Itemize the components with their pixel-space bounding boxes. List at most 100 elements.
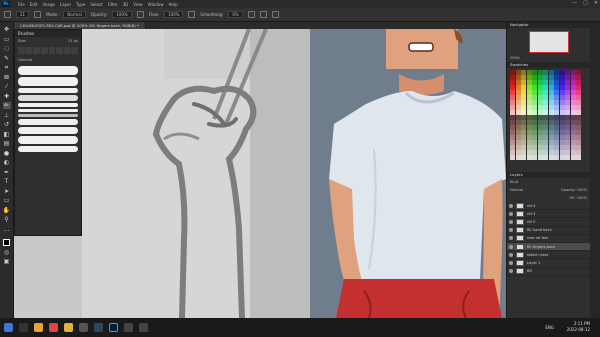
layer-blend-mode[interactable]: Normal	[510, 188, 523, 192]
frame-tool-icon[interactable]: ⊠	[3, 74, 11, 81]
app-icon[interactable]	[139, 323, 148, 332]
color-swatch[interactable]	[576, 90, 581, 95]
color-swatch[interactable]	[570, 130, 576, 135]
mode-select[interactable]: Normal	[63, 11, 86, 18]
color-swatch[interactable]	[526, 150, 532, 155]
color-swatch[interactable]	[570, 75, 576, 80]
color-swatch[interactable]	[532, 100, 537, 105]
color-swatch[interactable]	[515, 130, 521, 135]
color-swatch[interactable]	[554, 110, 559, 115]
eyedropper-tool-icon[interactable]: ⁄	[3, 83, 11, 90]
color-swatch[interactable]	[532, 120, 537, 125]
chrome-icon[interactable]	[34, 323, 43, 332]
color-swatch[interactable]	[526, 120, 532, 125]
app-icon[interactable]	[79, 323, 88, 332]
brush-group-row[interactable]: General	[15, 56, 81, 64]
screen-mode-icon[interactable]: ▣	[3, 258, 11, 265]
hand-tool-icon[interactable]: ✋	[3, 207, 11, 214]
color-swatch[interactable]	[543, 120, 548, 125]
color-swatch[interactable]	[548, 125, 554, 130]
app-icon[interactable]	[49, 323, 58, 332]
color-swatch[interactable]	[532, 70, 537, 75]
layer-kind-filter[interactable]: Kind	[510, 180, 518, 184]
color-swatch[interactable]	[565, 85, 570, 90]
color-swatch[interactable]	[521, 100, 526, 105]
color-swatch[interactable]	[521, 125, 526, 130]
blur-tool-icon[interactable]: ●	[3, 150, 11, 157]
color-swatch[interactable]	[559, 145, 565, 150]
color-swatch[interactable]	[570, 125, 576, 130]
color-swatch[interactable]	[510, 105, 515, 110]
color-swatch[interactable]	[570, 80, 576, 85]
color-swatch[interactable]	[521, 140, 526, 145]
color-swatch[interactable]	[510, 100, 515, 105]
menu-file[interactable]: File	[18, 2, 25, 7]
color-swatch[interactable]	[521, 110, 526, 115]
color-swatch[interactable]	[554, 105, 559, 110]
color-swatch[interactable]	[554, 90, 559, 95]
color-swatch[interactable]	[548, 100, 554, 105]
color-swatch[interactable]	[559, 100, 565, 105]
maximize-button[interactable]: ▢	[583, 0, 588, 6]
eraser-tool-icon[interactable]: ◧	[3, 131, 11, 138]
color-swatch[interactable]	[543, 145, 548, 150]
color-swatch[interactable]	[532, 110, 537, 115]
color-swatch[interactable]	[559, 140, 565, 145]
color-swatch[interactable]	[526, 75, 532, 80]
color-swatch[interactable]	[543, 100, 548, 105]
app-icon[interactable]	[124, 323, 133, 332]
color-swatch[interactable]	[526, 85, 532, 90]
smoothing-field[interactable]: 0%	[228, 11, 243, 18]
healing-tool-icon[interactable]: ✚	[3, 93, 11, 100]
color-swatch[interactable]	[548, 130, 554, 135]
color-swatch[interactable]	[565, 120, 570, 125]
color-swatch[interactable]	[521, 80, 526, 85]
color-swatch[interactable]	[576, 95, 581, 100]
color-swatch[interactable]	[548, 85, 554, 90]
color-swatch[interactable]	[548, 155, 554, 160]
color-swatch[interactable]	[543, 155, 548, 160]
brush-tip[interactable]	[48, 47, 56, 54]
color-swatch[interactable]	[537, 145, 543, 150]
color-swatch[interactable]	[543, 70, 548, 75]
brush-stroke-preview[interactable]	[18, 88, 78, 93]
color-swatch[interactable]	[548, 70, 554, 75]
color-swatch[interactable]	[570, 140, 576, 145]
color-swatch[interactable]	[554, 150, 559, 155]
color-swatch[interactable]	[570, 70, 576, 75]
color-swatch[interactable]	[521, 85, 526, 90]
color-swatch[interactable]	[576, 140, 581, 145]
color-swatch[interactable]	[532, 150, 537, 155]
color-swatch[interactable]	[532, 90, 537, 95]
clone-stamp-tool-icon[interactable]: ⊥	[3, 112, 11, 119]
color-swatch[interactable]	[570, 90, 576, 95]
color-swatch[interactable]	[565, 140, 570, 145]
color-swatch[interactable]	[526, 90, 532, 95]
color-swatch[interactable]	[510, 115, 515, 120]
color-swatch[interactable]	[543, 110, 548, 115]
visibility-eye-icon[interactable]	[509, 211, 513, 216]
color-swatch[interactable]	[526, 145, 532, 150]
color-swatch[interactable]	[521, 135, 526, 140]
layer-row[interactable]: new ref few	[507, 235, 590, 243]
color-swatch[interactable]	[537, 130, 543, 135]
navigator-zoom[interactable]: 200%	[510, 56, 520, 60]
color-swatch[interactable]	[521, 90, 526, 95]
brush-stroke-preview[interactable]	[18, 77, 78, 86]
menu-layer[interactable]: Layer	[60, 2, 71, 7]
color-swatch[interactable]	[576, 135, 581, 140]
color-swatch[interactable]	[576, 100, 581, 105]
color-swatch[interactable]	[510, 145, 515, 150]
color-swatch[interactable]	[521, 150, 526, 155]
layer-row[interactable]: ref 3	[507, 210, 590, 219]
search-icon[interactable]	[19, 323, 28, 332]
more-tools-icon[interactable]: …	[3, 226, 11, 233]
color-swatch[interactable]	[537, 125, 543, 130]
color-swatch[interactable]	[554, 140, 559, 145]
color-swatch[interactable]	[576, 130, 581, 135]
color-swatch[interactable]	[570, 145, 576, 150]
color-swatch[interactable]	[570, 115, 576, 120]
system-clock[interactable]: 2:11 PM 2022-08-12	[567, 321, 590, 333]
color-swatch[interactable]	[559, 115, 565, 120]
color-swatch[interactable]	[559, 70, 565, 75]
